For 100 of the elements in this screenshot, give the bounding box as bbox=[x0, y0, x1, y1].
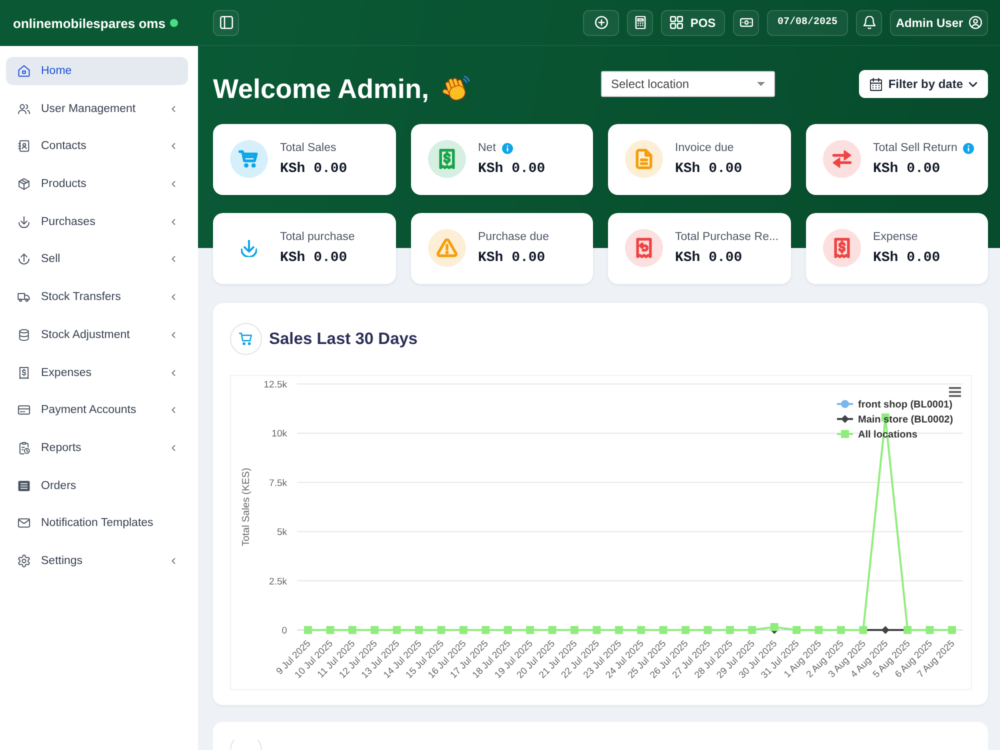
axis-tick-label: 12.5k bbox=[264, 380, 287, 390]
axis-tick-label: 2.5k bbox=[269, 576, 287, 588]
data-marker bbox=[304, 626, 312, 634]
data-marker bbox=[836, 626, 845, 634]
data-marker bbox=[792, 626, 801, 634]
stat-value: KSh 0.00 bbox=[478, 160, 546, 178]
cart-icon bbox=[230, 323, 262, 355]
calculator-button[interactable] bbox=[627, 10, 653, 36]
stat-value: KSh 0.00 bbox=[280, 160, 348, 178]
axis-tick-label: 10k bbox=[272, 428, 287, 440]
legend-label[interactable]: front shop (BL0001) bbox=[858, 400, 952, 410]
data-marker bbox=[526, 626, 534, 634]
stat-value: KSh 0.00 bbox=[280, 249, 348, 267]
sidebar-item[interactable]: Payment Accounts bbox=[6, 396, 188, 424]
sidebar-item[interactable]: Home bbox=[6, 57, 188, 85]
sidebar-item[interactable]: User Management bbox=[6, 94, 188, 123]
data-marker bbox=[814, 626, 823, 634]
user-menu-button[interactable]: Admin User bbox=[890, 10, 988, 36]
sidebar-item[interactable]: Orders bbox=[6, 472, 188, 500]
data-marker bbox=[415, 626, 424, 634]
info-icon[interactable] bbox=[963, 143, 974, 154]
panel-icon bbox=[220, 16, 232, 29]
envelope-icon bbox=[17, 516, 31, 530]
caret-down-icon bbox=[757, 82, 765, 86]
sidebar-item[interactable]: Stock Adjustment bbox=[6, 320, 188, 349]
chevron-down-icon bbox=[969, 82, 977, 86]
data-marker bbox=[770, 623, 778, 632]
sidebar-item[interactable]: Sell bbox=[6, 245, 188, 274]
credit-card-icon bbox=[17, 403, 31, 418]
pos-button[interactable]: POS bbox=[661, 10, 725, 36]
cash-button[interactable] bbox=[733, 10, 759, 36]
sidebar-item[interactable]: Reports bbox=[6, 434, 188, 462]
data-marker bbox=[482, 626, 490, 634]
box-icon bbox=[17, 177, 31, 192]
chevron-left-icon bbox=[171, 293, 176, 302]
stat-label: Net bbox=[478, 141, 496, 156]
data-marker bbox=[592, 626, 601, 634]
data-marker bbox=[881, 626, 890, 634]
grid-icon bbox=[670, 16, 684, 29]
chevron-left-icon bbox=[171, 406, 176, 414]
settings-icon bbox=[17, 554, 31, 568]
data-marker bbox=[326, 626, 334, 634]
location-select[interactable]: Select location bbox=[601, 71, 775, 97]
chevron-left-icon bbox=[171, 255, 176, 264]
legend-marker-icon bbox=[837, 430, 853, 438]
brand-name[interactable]: onlinemobilespares oms bbox=[13, 16, 166, 30]
sidebar-item[interactable]: Contacts bbox=[6, 132, 188, 160]
sidebar-item[interactable]: Expenses bbox=[6, 358, 188, 386]
data-marker bbox=[682, 626, 690, 634]
truck-icon bbox=[17, 290, 31, 304]
legend-marker-icon bbox=[837, 415, 853, 423]
data-marker bbox=[904, 626, 912, 634]
sidebar-toggle-button[interactable] bbox=[213, 10, 239, 36]
filter-date-button[interactable]: Filter by date bbox=[859, 70, 988, 98]
arrow-down-icon bbox=[17, 214, 31, 229]
stat-value: KSh 0.00 bbox=[873, 160, 942, 178]
chevron-left-icon bbox=[171, 104, 176, 113]
user-circle-icon bbox=[969, 16, 982, 29]
stat-value: KSh 0.00 bbox=[675, 160, 742, 178]
calendar-icon bbox=[870, 78, 882, 90]
sidebar-item[interactable]: Purchases bbox=[6, 208, 188, 236]
data-marker bbox=[570, 626, 578, 634]
stat-label: Total Sell Return bbox=[873, 141, 958, 156]
welcome-title: Welcome Admin, bbox=[213, 73, 430, 105]
chevron-left-icon bbox=[171, 330, 176, 339]
chevron-left-icon bbox=[171, 180, 176, 188]
users-icon bbox=[17, 102, 31, 116]
calculator-icon bbox=[634, 16, 646, 29]
sidebar-item[interactable]: Products bbox=[6, 170, 188, 198]
address-book-icon bbox=[17, 139, 31, 154]
bell-icon bbox=[862, 16, 876, 29]
stat-label: Total purchase bbox=[280, 230, 355, 245]
data-marker bbox=[459, 626, 468, 634]
stat-value: KSh 0.00 bbox=[478, 249, 546, 267]
data-marker bbox=[748, 626, 756, 634]
list-icon bbox=[17, 478, 31, 493]
notifications-button[interactable] bbox=[856, 10, 882, 36]
chevron-left-icon bbox=[171, 368, 176, 376]
add-button[interactable] bbox=[583, 10, 619, 36]
stat-label: Expense bbox=[873, 230, 918, 245]
info-icon[interactable] bbox=[502, 143, 513, 154]
chevron-left-icon bbox=[171, 218, 176, 226]
data-marker bbox=[948, 626, 956, 634]
database-icon bbox=[17, 328, 31, 342]
data-marker bbox=[726, 626, 734, 634]
stat-value: KSh 0.00 bbox=[873, 249, 940, 267]
date-button[interactable]: 07/08/2025 bbox=[767, 10, 848, 36]
sidebar-item[interactable]: Stock Transfers bbox=[6, 283, 188, 312]
data-marker bbox=[348, 626, 356, 634]
sidebar-item[interactable]: Settings bbox=[6, 546, 188, 575]
chevron-left-icon bbox=[171, 142, 176, 150]
sidebar-item[interactable]: Notification Templates bbox=[6, 509, 188, 538]
data-marker bbox=[926, 626, 934, 634]
menu-icon[interactable] bbox=[949, 387, 961, 397]
data-marker bbox=[637, 626, 646, 634]
data-marker bbox=[704, 626, 712, 634]
banknote-icon bbox=[740, 16, 752, 29]
stat-label: Total Sales bbox=[280, 141, 336, 156]
plus-circle-icon bbox=[594, 16, 608, 29]
axis-title: Total Sales (KES) bbox=[241, 468, 252, 546]
